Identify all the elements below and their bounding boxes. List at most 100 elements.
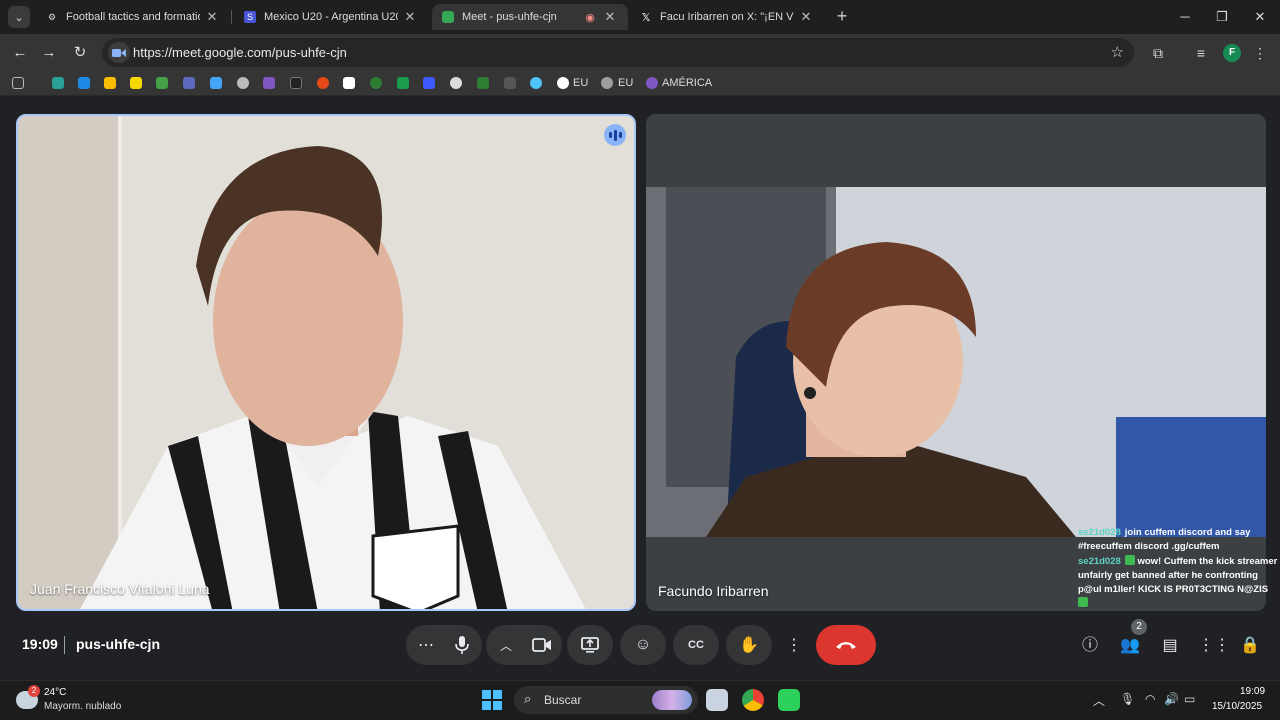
bookmark-icon[interactable] bbox=[183, 77, 195, 89]
bookmark-icon[interactable] bbox=[290, 77, 302, 89]
volume-icon[interactable]: 🔊 bbox=[1164, 692, 1179, 706]
bookmark-label[interactable]: EU bbox=[573, 77, 588, 89]
captions-icon: CC bbox=[688, 639, 704, 651]
apps-grid-icon: ⋮⋮ bbox=[1198, 637, 1230, 654]
clock-date[interactable]: 15/10/2025 bbox=[1212, 701, 1262, 712]
extensions-icon[interactable]: ⧉ bbox=[1148, 43, 1168, 63]
tab-x-post[interactable]: 𝕏 Facu Iribarren on X: "¡EN VIVO ( ✕ bbox=[630, 4, 824, 30]
present-button[interactable] bbox=[567, 625, 613, 665]
more-options-button[interactable]: ⋮ bbox=[780, 625, 808, 665]
windows-start-icon[interactable] bbox=[482, 690, 502, 710]
host-controls-button[interactable]: 🔒 bbox=[1238, 634, 1262, 658]
menu-kebab-icon[interactable]: ⋮ bbox=[1250, 43, 1270, 63]
bookmark-icon[interactable] bbox=[78, 77, 90, 89]
minimize-button[interactable]: ─ bbox=[1170, 6, 1200, 28]
search-highlight-image bbox=[652, 690, 692, 710]
camera-icon bbox=[532, 638, 551, 652]
maximize-button[interactable]: ❐ bbox=[1207, 6, 1237, 28]
tab-title: Facu Iribarren on X: "¡EN VIVO ( bbox=[660, 11, 794, 23]
tab-search-button[interactable]: ⌄ bbox=[8, 6, 30, 28]
bookmarks-bar: EU EU AMÉRICA bbox=[0, 72, 1280, 96]
new-tab-button[interactable]: + bbox=[832, 7, 852, 27]
close-icon[interactable]: ✕ bbox=[204, 9, 220, 25]
reactions-button[interactable]: ☺ bbox=[620, 625, 666, 665]
bookmark-icon[interactable] bbox=[343, 77, 355, 89]
taskbar-search[interactable]: ⌕ Buscar bbox=[514, 686, 698, 714]
emote-icon bbox=[1124, 555, 1135, 565]
close-icon[interactable]: ✕ bbox=[798, 9, 814, 25]
weather-description[interactable]: Mayorm. nublado bbox=[44, 701, 121, 712]
tab-mexico-argentina[interactable]: S Mexico U20 - Argentina U20 en ✕ bbox=[234, 4, 428, 30]
clock-time[interactable]: 19:09 bbox=[1240, 686, 1265, 697]
camera-button[interactable] bbox=[522, 625, 562, 665]
apps-grid-icon[interactable] bbox=[12, 77, 24, 89]
microphone-icon[interactable]: 🎙 bbox=[1120, 692, 1135, 706]
bookmark-icon[interactable] bbox=[130, 77, 142, 89]
close-icon[interactable]: ✕ bbox=[402, 9, 418, 25]
app-icon[interactable] bbox=[778, 689, 800, 711]
chat-message: se21d028 wow! Cuffem the kick streamer u… bbox=[1078, 555, 1278, 611]
chevron-down-icon: ⌄ bbox=[14, 11, 24, 24]
captions-button[interactable]: CC bbox=[673, 625, 719, 665]
close-window-button[interactable]: ✕ bbox=[1245, 6, 1275, 28]
info-icon: ⓘ bbox=[1081, 637, 1098, 654]
recording-icon: ◉ bbox=[585, 11, 595, 24]
chat-button[interactable]: ▤ bbox=[1158, 634, 1182, 658]
raise-hand-button[interactable]: ✋ bbox=[726, 625, 772, 665]
camera-options-button[interactable]: ︿ bbox=[486, 625, 526, 665]
tab-meet[interactable]: Meet - pus-uhfe-cjn ◉ ✕ bbox=[432, 4, 628, 30]
forward-button[interactable]: → bbox=[38, 42, 60, 64]
tab-football[interactable]: ⚙ Football tactics and formations ✕ bbox=[36, 4, 230, 30]
participant-tile-1[interactable]: Juan Francisco Vitaloni Luna bbox=[16, 114, 636, 611]
reload-button[interactable]: ↻ bbox=[69, 42, 91, 64]
bookmark-icon[interactable] bbox=[52, 77, 64, 89]
meeting-details-button[interactable]: ⓘ bbox=[1078, 634, 1102, 658]
leave-call-button[interactable] bbox=[816, 625, 876, 665]
bookmark-icon[interactable] bbox=[156, 77, 168, 89]
drive-icon[interactable] bbox=[104, 77, 116, 89]
bookmark-icon[interactable] bbox=[601, 77, 613, 89]
activities-button[interactable]: ⋮⋮ bbox=[1198, 634, 1230, 658]
chrome-icon[interactable] bbox=[742, 689, 764, 711]
bookmark-icon[interactable] bbox=[237, 77, 249, 89]
tab-title: Football tactics and formations bbox=[66, 11, 200, 23]
bookmark-icon[interactable] bbox=[477, 77, 489, 89]
participant-name: Facundo Iribarren bbox=[658, 583, 769, 599]
weather-temperature[interactable]: 24°C bbox=[44, 687, 66, 698]
chevron-up-icon: ︿ bbox=[499, 638, 512, 653]
streaming-site-icon: S bbox=[244, 11, 256, 23]
chevron-up-icon[interactable]: ︿ bbox=[1093, 692, 1105, 709]
close-icon[interactable]: ✕ bbox=[602, 9, 618, 25]
bookmark-icon[interactable] bbox=[370, 77, 382, 89]
bookmark-icon[interactable] bbox=[423, 77, 435, 89]
bookmark-icon[interactable] bbox=[504, 77, 516, 89]
bookmark-icon[interactable] bbox=[450, 77, 462, 89]
task-view-icon[interactable] bbox=[706, 689, 728, 711]
audio-options-button[interactable]: ⋯ bbox=[406, 625, 446, 665]
battery-icon[interactable]: ▭ bbox=[1184, 692, 1195, 706]
address-bar[interactable]: https://meet.google.com/pus-uhfe-cjn ☆ bbox=[102, 38, 1134, 67]
site-info-icon[interactable] bbox=[108, 42, 130, 63]
speaking-indicator-icon bbox=[604, 124, 626, 146]
bookmark-icon[interactable] bbox=[317, 77, 329, 89]
media-controls-icon[interactable]: ≡ bbox=[1191, 43, 1211, 63]
bookmark-label[interactable]: AMÉRICA bbox=[662, 77, 712, 89]
bookmark-icon[interactable] bbox=[530, 77, 542, 89]
wifi-icon[interactable]: ◠ bbox=[1145, 692, 1155, 706]
bookmark-icon[interactable] bbox=[397, 77, 409, 89]
meeting-time: 19:09 bbox=[22, 636, 58, 652]
bookmark-icon[interactable] bbox=[646, 77, 658, 89]
windows-taskbar: 2 24°C Mayorm. nublado ⌕ Buscar ︿ 🎙 ◠ 🔊 … bbox=[0, 680, 1280, 720]
bookmark-label[interactable]: EU bbox=[618, 77, 633, 89]
bookmark-icon[interactable] bbox=[557, 77, 569, 89]
browser-toolbar: ← → ↻ https://meet.google.com/pus-uhfe-c… bbox=[0, 34, 1280, 72]
profile-avatar[interactable]: F bbox=[1223, 44, 1241, 62]
people-button[interactable]: 👥 bbox=[1118, 634, 1142, 658]
bookmark-icon[interactable] bbox=[263, 77, 275, 89]
bookmark-star-icon[interactable]: ☆ bbox=[1111, 43, 1124, 61]
bookmark-icon[interactable] bbox=[210, 77, 222, 89]
stream-chat-overlay: se21d028 join cuffem discord and say #fre… bbox=[1078, 526, 1278, 612]
back-button[interactable]: ← bbox=[9, 42, 31, 64]
present-screen-icon bbox=[581, 637, 599, 653]
microphone-button[interactable] bbox=[442, 625, 482, 665]
